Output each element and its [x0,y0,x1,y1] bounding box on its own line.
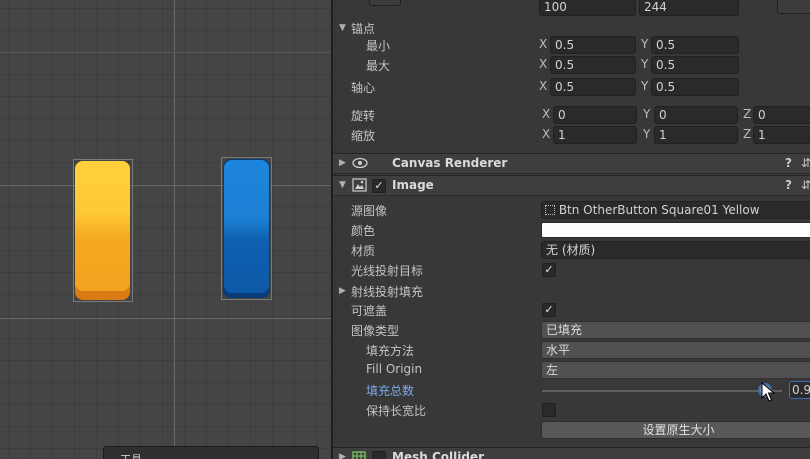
anchor-max-y-field[interactable]: 0.5 [651,56,739,74]
image-foldout-icon[interactable]: ▼ [339,180,346,190]
maskable-checkbox[interactable]: ✓ [542,303,556,317]
tools-overlay-label: 工具 [120,451,142,459]
pivot-y-label: Y [641,79,649,93]
mesh-collider-enabled-checkbox[interactable] [372,451,386,459]
anchor-min-x-label: X [539,37,548,51]
scale-z-field[interactable]: 1 [753,126,810,144]
rotation-x-field[interactable]: 0 [553,106,637,124]
source-image-field[interactable]: Btn OtherButton Square01 Yellow [541,201,810,219]
image-title: Image [392,178,434,192]
yellow-button-face [75,161,130,291]
rotation-z-field[interactable]: 0 [753,106,810,124]
raw-edit-button[interactable] [777,0,810,14]
anchor-max-label: 最大 [366,59,391,73]
eye-icon [351,155,369,171]
mesh-collider-foldout-icon[interactable]: ▶ [339,452,346,459]
anchor-max-x-field[interactable]: 0.5 [550,56,636,74]
scene-gridline-horizontal [0,318,331,319]
fill-origin-label: Fill Origin [366,362,423,376]
scale-x-field[interactable]: 1 [553,126,637,144]
material-field[interactable]: 无 (材质) [541,241,810,259]
canvas-renderer-title: Canvas Renderer [392,156,508,170]
mesh-collider-header[interactable]: ▶ Mesh Collider [333,447,810,459]
rotation-x-label: X [542,107,551,121]
fill-amount-label: 填充总数 [366,384,415,398]
anchor-min-label: 最小 [366,39,391,53]
settings-icon[interactable]: ⇵ [801,156,810,170]
help-icon[interactable]: ? [785,178,792,192]
color-swatch[interactable] [541,222,810,238]
preserve-aspect-label: 保持长宽比 [366,404,427,418]
anchors-foldout-icon[interactable]: ▼ [339,23,346,33]
mesh-collider-title: Mesh Collider [392,450,484,459]
blue-button-face [224,160,269,293]
preserve-aspect-checkbox[interactable] [542,403,556,417]
pivot-y-field[interactable]: 0.5 [651,78,739,96]
mesh-collider-icon [352,451,366,459]
image-component-icon [352,178,367,192]
scale-x-label: X [542,127,551,141]
set-native-size-button[interactable]: 设置原生大小 [541,421,810,439]
anchor-min-x-field[interactable]: 0.5 [550,36,636,54]
canvas-renderer-foldout-icon[interactable]: ▶ [339,158,346,168]
pivot-label: 轴心 [351,81,376,95]
scene-gridline-horizontal [0,185,331,186]
image-enabled-checkbox[interactable]: ✓ [372,179,386,193]
anchor-max-y-label: Y [641,57,649,71]
scale-y-field[interactable]: 1 [654,126,738,144]
sprite-icon [545,205,555,215]
scale-z-label: Z [743,127,752,141]
inspector-panel: 100 244 ▼ 锚点 最小 X 0.5 Y 0.5 最大 X 0.5 Y 0… [333,0,810,459]
fill-method-label: 填充方法 [366,344,415,358]
image-type-label: 图像类型 [351,324,400,338]
raycast-padding-label[interactable]: 射线投射填充 [351,283,423,300]
width-field[interactable]: 100 [539,0,636,16]
fill-origin-dropdown[interactable]: 左 [541,361,810,379]
color-label: 颜色 [351,224,376,238]
rotation-y-label: Y [643,107,651,121]
image-type-dropdown[interactable]: 已填充 [541,321,810,339]
raycast-target-checkbox[interactable]: ✓ [542,263,556,277]
preset-field[interactable] [369,0,401,6]
scene-gridline-vertical [174,0,175,459]
raycast-padding-foldout-icon[interactable]: ▶ [339,286,346,296]
scale-label: 缩放 [351,129,376,143]
rotation-z-label: Z [743,107,752,121]
fill-method-dropdown[interactable]: 水平 [541,341,810,359]
fill-amount-field[interactable]: 0.9 [789,381,810,399]
canvas-renderer-header[interactable]: ▶ Canvas Renderer ? ⇵ [333,153,810,174]
raycast-target-label: 光线投射目标 [351,264,424,278]
pivot-x-label: X [539,79,548,93]
rotation-label: 旋转 [351,109,376,123]
anchor-min-y-field[interactable]: 0.5 [651,36,739,54]
anchors-label[interactable]: 锚点 [351,20,375,37]
image-component-header[interactable]: ▼ ✓ Image ? ⇵ [333,175,810,196]
fill-amount-slider-track[interactable] [542,390,782,392]
anchor-max-x-label: X [539,57,548,71]
tools-overlay[interactable]: 工具 [103,446,319,459]
help-icon[interactable]: ? [785,156,792,170]
scale-y-label: Y [643,127,651,141]
anchor-min-y-label: Y [641,37,649,51]
source-image-label: 源图像 [351,204,388,218]
scene-view[interactable]: 工具 [0,0,331,459]
height-field[interactable]: 244 [639,0,739,16]
mouse-cursor-icon [761,381,776,402]
source-image-value: Btn OtherButton Square01 Yellow [558,203,760,217]
settings-icon[interactable]: ⇵ [801,178,810,192]
material-label: 材质 [351,244,376,258]
scene-gridline-horizontal [0,52,331,53]
rotation-y-field[interactable]: 0 [654,106,738,124]
maskable-label: 可遮盖 [351,304,388,318]
pivot-x-field[interactable]: 0.5 [550,78,636,96]
